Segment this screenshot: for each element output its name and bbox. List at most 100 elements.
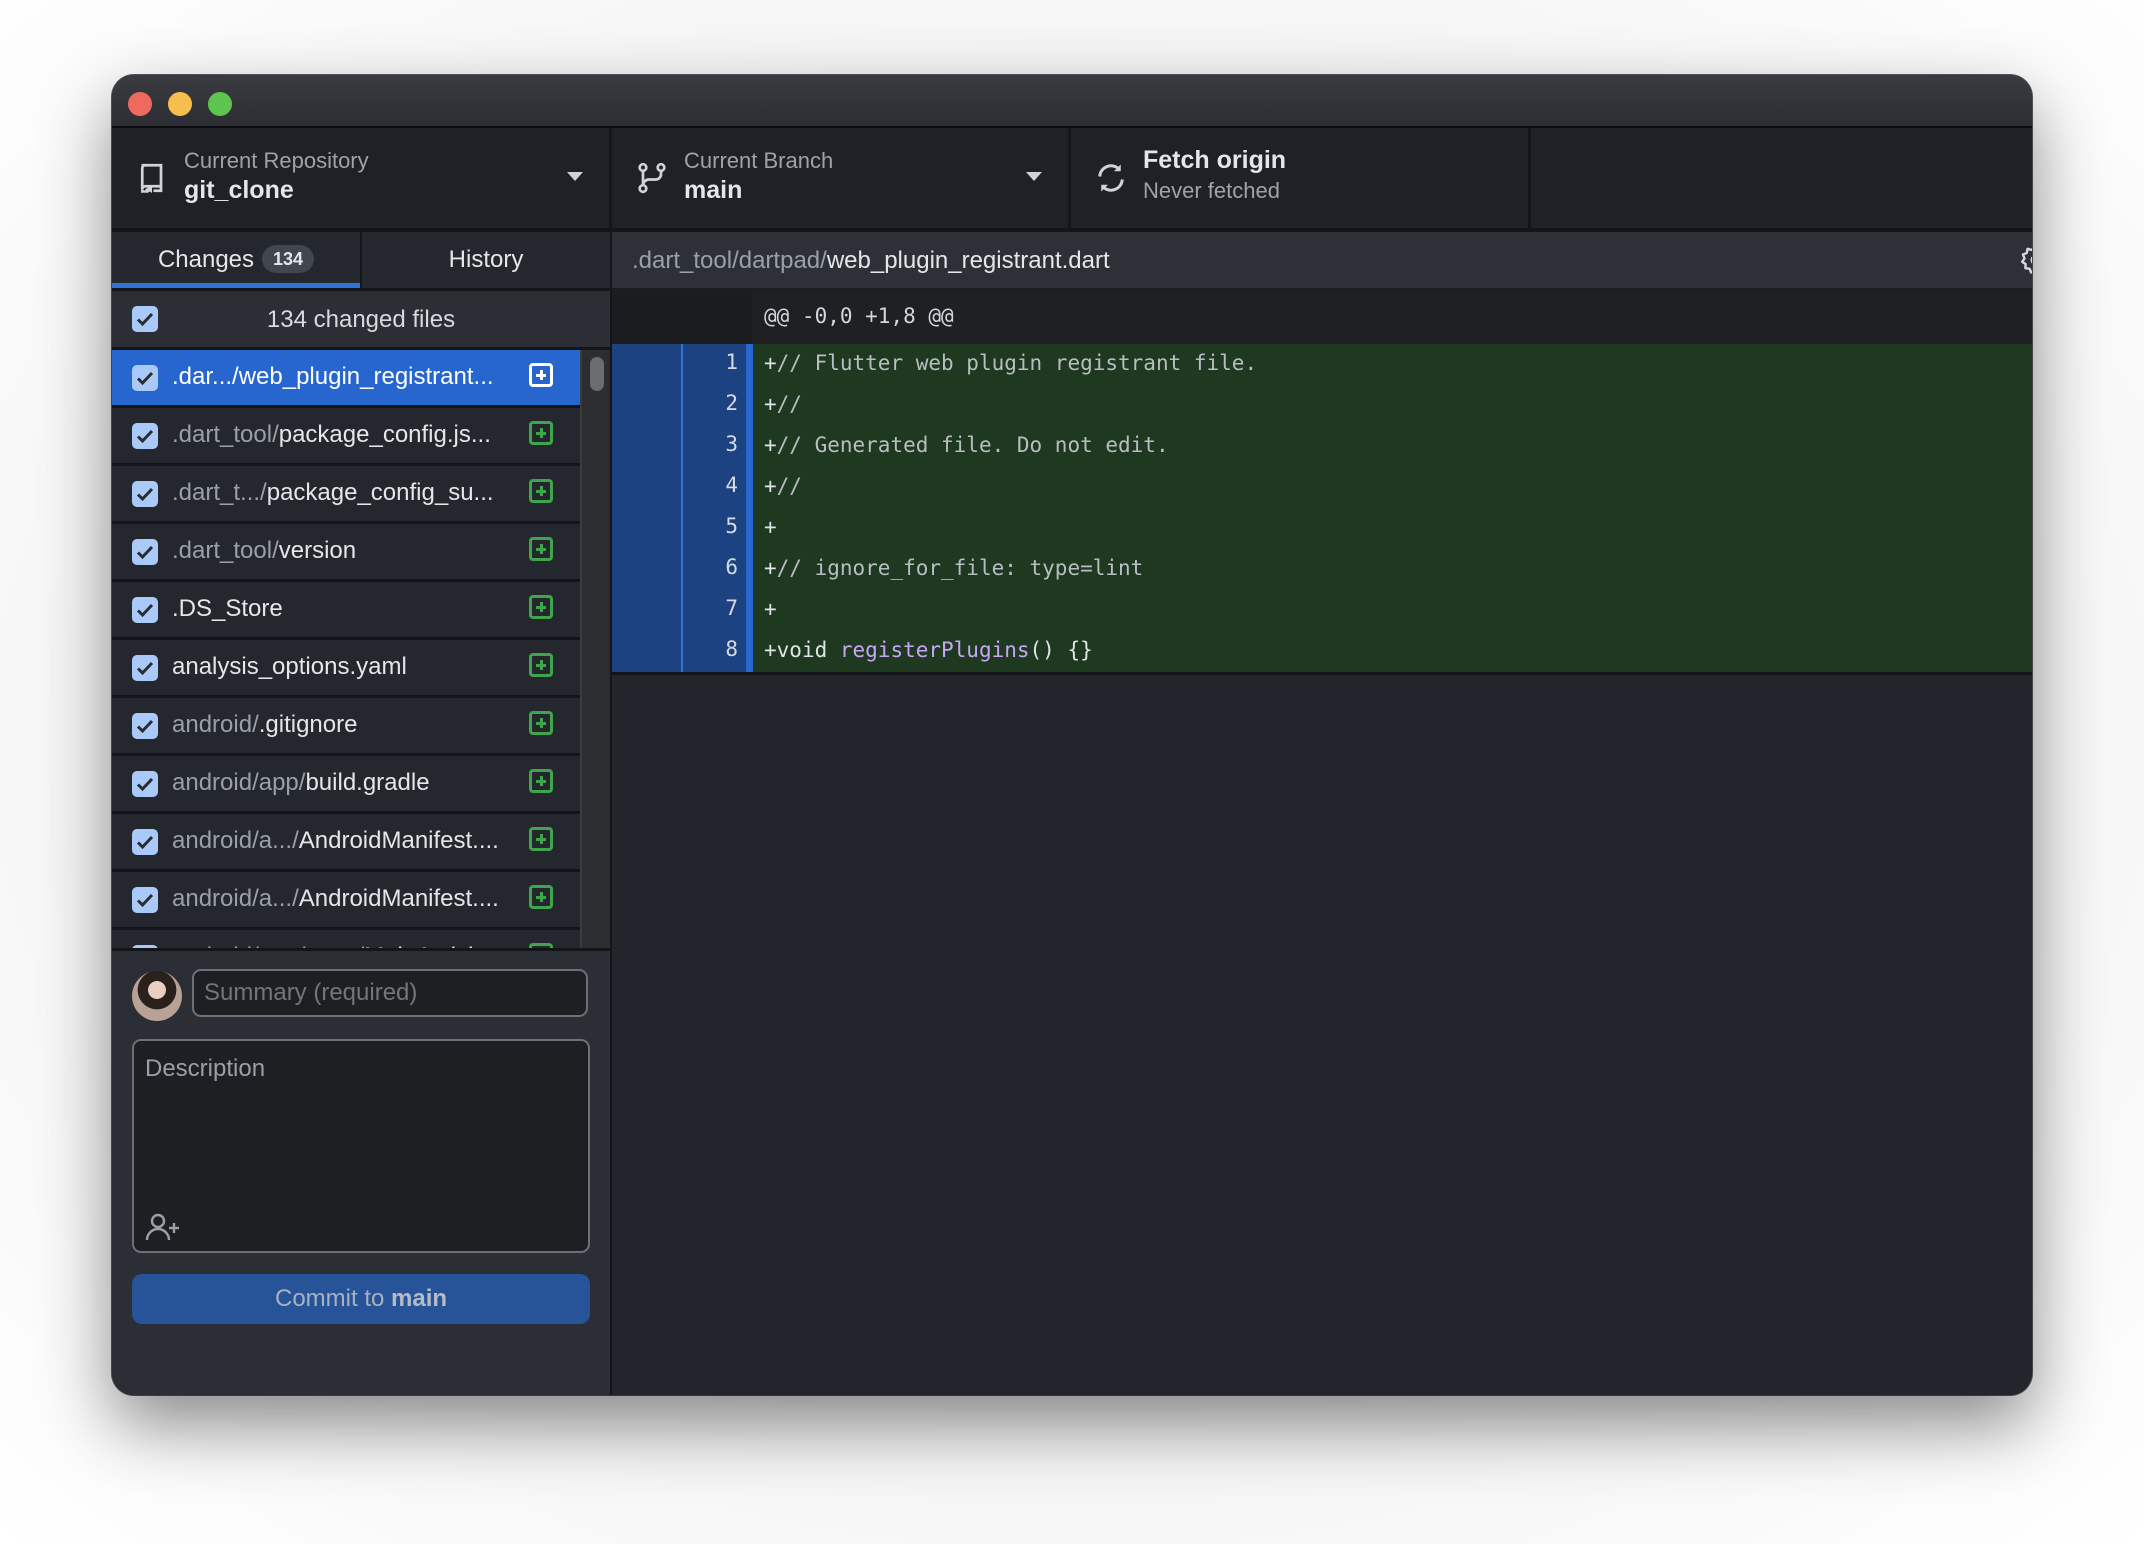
diff-view: .dart_tool/dartpad/web_plugin_registrant…: [612, 232, 2032, 1395]
current-repository-dropdown[interactable]: Current Repository git_clone: [112, 128, 612, 228]
file-checkbox[interactable]: [132, 713, 158, 739]
file-checkbox[interactable]: [132, 829, 158, 855]
file-list-item[interactable]: android/app/src.../MainActivi...: [112, 930, 580, 948]
file-checkbox[interactable]: [132, 423, 158, 449]
old-line-gutter: [612, 426, 683, 467]
diff-file-name: web_plugin_registrant.dart: [826, 247, 1110, 274]
git-branch-icon: [638, 162, 666, 194]
file-list-scrollbar[interactable]: [580, 350, 610, 948]
fetch-origin-button[interactable]: Fetch origin Never fetched: [1071, 128, 1531, 228]
line-selection-bar[interactable]: [746, 549, 753, 590]
file-list-item[interactable]: .dart_tool/version: [112, 524, 580, 582]
gear-icon[interactable]: [2019, 243, 2032, 277]
file-checkbox[interactable]: [132, 365, 158, 391]
diff-line[interactable]: 7 +: [612, 590, 2032, 631]
diff-line[interactable]: 4 +//: [612, 467, 2032, 508]
file-list-item[interactable]: .DS_Store: [112, 582, 580, 640]
file-dir: .dar.../: [172, 363, 239, 390]
minimize-window-button[interactable]: [168, 92, 192, 116]
diff-file-header: .dart_tool/dartpad/web_plugin_registrant…: [612, 232, 2032, 291]
checkmark-icon: [136, 371, 154, 386]
file-dir: android/a.../: [172, 827, 299, 854]
line-code: +// Generated file. Do not edit.: [764, 433, 1169, 457]
diff-line[interactable]: 3 +// Generated file. Do not edit.: [612, 426, 2032, 467]
commit-panel: Description Commit to main: [112, 948, 610, 1395]
commit-button-prefix: Commit to: [274, 1285, 391, 1312]
zoom-window-button[interactable]: [208, 92, 232, 116]
current-branch-dropdown[interactable]: Current Branch main: [612, 128, 1071, 228]
file-dir: android/app/: [172, 769, 306, 796]
checkmark-icon: [136, 429, 154, 444]
line-number: 6: [725, 555, 738, 579]
old-line-gutter: [612, 590, 683, 631]
add-coauthor-icon[interactable]: [144, 1211, 184, 1243]
file-list-item[interactable]: android/a.../AndroidManifest....: [112, 814, 580, 872]
old-line-gutter: [612, 467, 683, 508]
file-list-item[interactable]: android/.gitignore: [112, 698, 580, 756]
file-dir: android/: [172, 711, 259, 738]
line-selection-bar[interactable]: [746, 631, 753, 672]
tab-changes[interactable]: Changes 134: [112, 232, 362, 288]
close-window-button[interactable]: [128, 92, 152, 116]
file-added-icon: [529, 885, 553, 909]
line-number: 4: [725, 473, 738, 497]
commit-description-textarea[interactable]: Description: [132, 1039, 590, 1253]
file-dir: .dart_t.../: [172, 479, 267, 506]
fetch-title: Fetch origin: [1143, 146, 1287, 174]
tab-history[interactable]: History: [362, 232, 610, 288]
file-list-item[interactable]: .dar.../web_plugin_registrant...: [112, 350, 580, 408]
diff-line[interactable]: 8 +void registerPlugins() {}: [612, 631, 2032, 672]
code-comment: // ignore_for_file: type=lint: [776, 556, 1144, 580]
diff-prefix: +: [764, 638, 777, 662]
checkmark-icon: [136, 835, 154, 850]
diff-end-border: [612, 672, 2032, 675]
file-list-item[interactable]: analysis_options.yaml: [112, 640, 580, 698]
repository-label: Current Repository: [184, 148, 369, 173]
commit-summary-input[interactable]: [192, 969, 588, 1017]
file-checkbox[interactable]: [132, 887, 158, 913]
diff-line[interactable]: 2 +//: [612, 385, 2032, 426]
file-added-icon: [529, 421, 553, 445]
file-list-item[interactable]: .dart_t.../package_config_su...: [112, 466, 580, 524]
file-name: web_plugin_registrant...: [238, 363, 494, 390]
file-added-icon: [529, 653, 553, 677]
code-rest: () {}: [1029, 638, 1093, 662]
file-list-item[interactable]: .dart_tool/package_config.js...: [112, 408, 580, 466]
diff-line[interactable]: 5 +: [612, 508, 2032, 549]
tab-changes-label: Changes: [157, 246, 255, 273]
line-selection-bar[interactable]: [746, 508, 753, 549]
code-comment: //: [776, 392, 802, 416]
file-path: analysis_options.yaml: [172, 653, 407, 681]
line-selection-bar[interactable]: [746, 426, 753, 467]
old-line-gutter: [612, 508, 683, 549]
old-line-gutter: [612, 385, 683, 426]
commit-button-branch: main: [391, 1285, 448, 1312]
diff-lines: 1 +// Flutter web plugin registrant file.…: [612, 344, 2032, 675]
diff-line[interactable]: 6 +// ignore_for_file: type=lint: [612, 549, 2032, 590]
old-line-gutter: [612, 344, 683, 385]
scrollbar-thumb[interactable]: [590, 357, 604, 391]
file-added-icon: [529, 827, 553, 851]
file-list-item[interactable]: android/app/build.gradle: [112, 756, 580, 814]
hunk-header[interactable]: @@ -0,0 +1,8 @@: [612, 291, 2032, 344]
file-checkbox[interactable]: [132, 771, 158, 797]
sync-icon: [1098, 164, 1124, 192]
diff-prefix: +: [764, 597, 777, 621]
file-path: .DS_Store: [172, 595, 283, 623]
file-list-item[interactable]: android/a.../AndroidManifest....: [112, 872, 580, 930]
fetch-status: Never fetched: [1143, 178, 1280, 203]
code-function: registerPlugins: [839, 638, 1030, 662]
description-placeholder: Description: [145, 1055, 266, 1082]
line-selection-bar[interactable]: [746, 590, 753, 631]
file-path: android/a.../AndroidManifest....: [172, 885, 499, 913]
commit-button[interactable]: Commit to main: [132, 1274, 590, 1324]
file-checkbox[interactable]: [132, 539, 158, 565]
line-selection-bar[interactable]: [746, 344, 753, 385]
line-selection-bar[interactable]: [746, 385, 753, 426]
line-selection-bar[interactable]: [746, 467, 753, 508]
diff-line[interactable]: 1 +// Flutter web plugin registrant file.: [612, 344, 2032, 385]
file-checkbox[interactable]: [132, 655, 158, 681]
file-checkbox[interactable]: [132, 481, 158, 507]
file-checkbox[interactable]: [132, 597, 158, 623]
diff-file-dir: .dart_tool/dartpad/: [632, 247, 827, 274]
